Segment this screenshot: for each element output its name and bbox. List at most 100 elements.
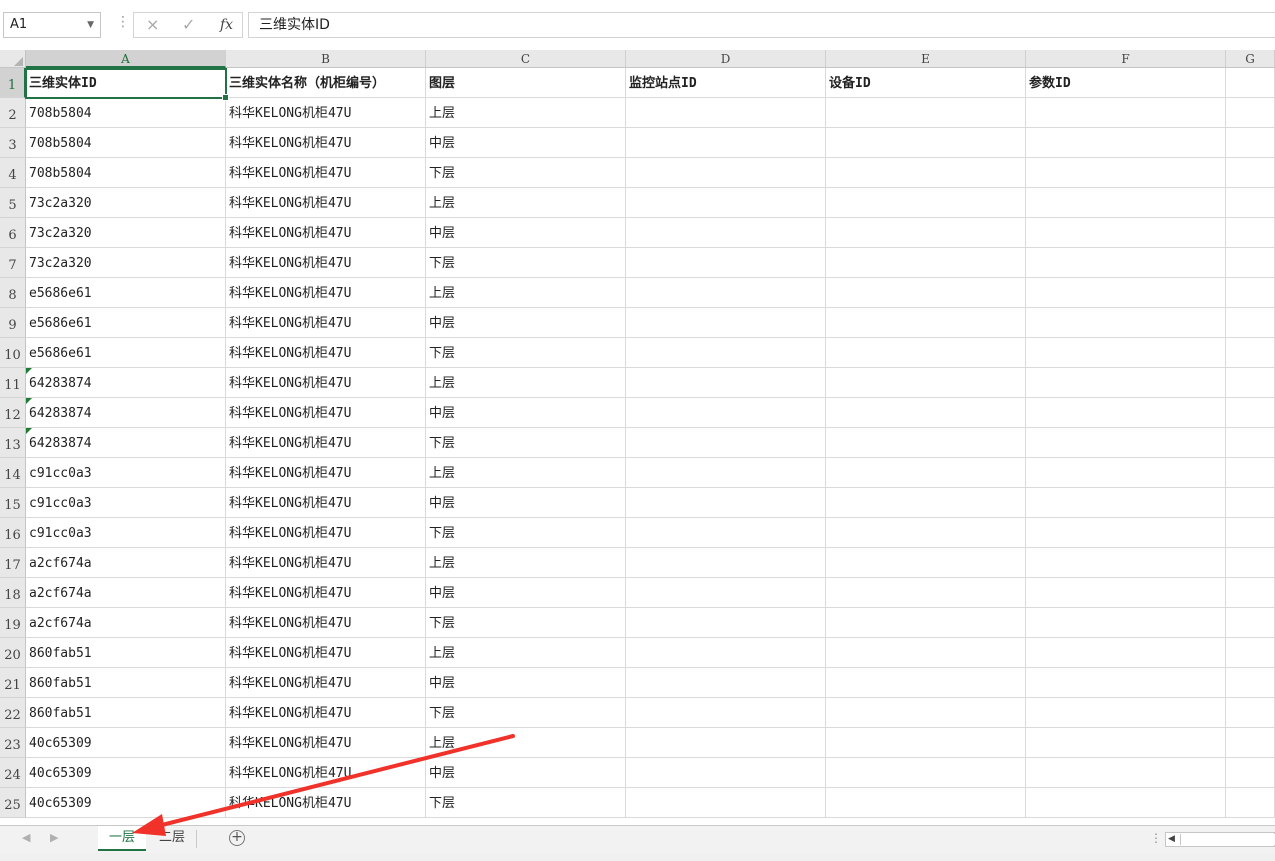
cell-c11[interactable]: 上层: [426, 368, 626, 398]
name-box[interactable]: A1 ▼: [3, 12, 101, 38]
cell-e4[interactable]: [826, 158, 1026, 188]
error-indicator-icon[interactable]: [26, 398, 32, 404]
cell-f12[interactable]: [1026, 398, 1226, 428]
cell-b20[interactable]: 科华KELONG机柜47U: [226, 638, 426, 668]
cell-a22[interactable]: 860fab51: [26, 698, 226, 728]
error-indicator-icon[interactable]: [26, 368, 32, 374]
function-icon[interactable]: fx: [220, 13, 233, 37]
row-header[interactable]: 23: [0, 728, 26, 758]
cell-a2[interactable]: 708b5804: [26, 98, 226, 128]
error-indicator-icon[interactable]: [26, 428, 32, 434]
cell-g14[interactable]: [1226, 458, 1275, 488]
row-header[interactable]: 12: [0, 398, 26, 428]
cell-e17[interactable]: [826, 548, 1026, 578]
cell-a18[interactable]: a2cf674a: [26, 578, 226, 608]
cell-f24[interactable]: [1026, 758, 1226, 788]
cell-e19[interactable]: [826, 608, 1026, 638]
cell-g4[interactable]: [1226, 158, 1275, 188]
cell-c24[interactable]: 中层: [426, 758, 626, 788]
cell-e6[interactable]: [826, 218, 1026, 248]
cell-b3[interactable]: 科华KELONG机柜47U: [226, 128, 426, 158]
cell-d15[interactable]: [626, 488, 826, 518]
cell-e18[interactable]: [826, 578, 1026, 608]
cell-d22[interactable]: [626, 698, 826, 728]
cell-e25[interactable]: [826, 788, 1026, 818]
row-header[interactable]: 17: [0, 548, 26, 578]
cell-c1[interactable]: 图层: [426, 68, 626, 98]
cell-a23[interactable]: 40c65309: [26, 728, 226, 758]
cell-f6[interactable]: [1026, 218, 1226, 248]
cell-b2[interactable]: 科华KELONG机柜47U: [226, 98, 426, 128]
cell-d23[interactable]: [626, 728, 826, 758]
row-header[interactable]: 3: [0, 128, 26, 158]
cell-b23[interactable]: 科华KELONG机柜47U: [226, 728, 426, 758]
sheet-tab-1[interactable]: 一层: [98, 826, 147, 851]
cell-c13[interactable]: 下层: [426, 428, 626, 458]
column-header-c[interactable]: C: [426, 50, 626, 67]
column-header-a[interactable]: A: [26, 50, 226, 68]
cell-a13[interactable]: 64283874: [26, 428, 226, 458]
cell-g18[interactable]: [1226, 578, 1275, 608]
cell-d11[interactable]: [626, 368, 826, 398]
cell-e24[interactable]: [826, 758, 1026, 788]
cell-a8[interactable]: e5686e61: [26, 278, 226, 308]
cell-c6[interactable]: 中层: [426, 218, 626, 248]
cell-a11[interactable]: 64283874: [26, 368, 226, 398]
cell-c5[interactable]: 上层: [426, 188, 626, 218]
cell-e5[interactable]: [826, 188, 1026, 218]
horizontal-scrollbar[interactable]: ◀: [1165, 832, 1275, 847]
row-header[interactable]: 24: [0, 758, 26, 788]
cell-a12[interactable]: 64283874: [26, 398, 226, 428]
cell-b18[interactable]: 科华KELONG机柜47U: [226, 578, 426, 608]
column-header-d[interactable]: D: [626, 50, 826, 67]
cell-a24[interactable]: 40c65309: [26, 758, 226, 788]
cell-f9[interactable]: [1026, 308, 1226, 338]
cell-c14[interactable]: 上层: [426, 458, 626, 488]
cell-f14[interactable]: [1026, 458, 1226, 488]
cell-b5[interactable]: 科华KELONG机柜47U: [226, 188, 426, 218]
row-header[interactable]: 8: [0, 278, 26, 308]
row-header[interactable]: 19: [0, 608, 26, 638]
cell-e16[interactable]: [826, 518, 1026, 548]
cell-a4[interactable]: 708b5804: [26, 158, 226, 188]
select-all-corner[interactable]: [0, 50, 26, 68]
cell-g10[interactable]: [1226, 338, 1275, 368]
cell-b14[interactable]: 科华KELONG机柜47U: [226, 458, 426, 488]
cell-d13[interactable]: [626, 428, 826, 458]
cell-f21[interactable]: [1026, 668, 1226, 698]
cell-g17[interactable]: [1226, 548, 1275, 578]
cell-d16[interactable]: [626, 518, 826, 548]
prev-sheet-icon[interactable]: ◀: [22, 831, 30, 844]
cell-c17[interactable]: 上层: [426, 548, 626, 578]
cell-e13[interactable]: [826, 428, 1026, 458]
cell-g21[interactable]: [1226, 668, 1275, 698]
cell-a16[interactable]: c91cc0a3: [26, 518, 226, 548]
cell-b7[interactable]: 科华KELONG机柜47U: [226, 248, 426, 278]
cell-g8[interactable]: [1226, 278, 1275, 308]
cell-f20[interactable]: [1026, 638, 1226, 668]
sheet-tab-2[interactable]: 二层: [148, 826, 196, 851]
cell-c8[interactable]: 上层: [426, 278, 626, 308]
row-header[interactable]: 1: [0, 68, 26, 98]
cell-f16[interactable]: [1026, 518, 1226, 548]
cell-g24[interactable]: [1226, 758, 1275, 788]
cell-e8[interactable]: [826, 278, 1026, 308]
cell-g22[interactable]: [1226, 698, 1275, 728]
cell-b4[interactable]: 科华KELONG机柜47U: [226, 158, 426, 188]
cell-g12[interactable]: [1226, 398, 1275, 428]
cell-a20[interactable]: 860fab51: [26, 638, 226, 668]
cell-f7[interactable]: [1026, 248, 1226, 278]
cell-e2[interactable]: [826, 98, 1026, 128]
cell-f5[interactable]: [1026, 188, 1226, 218]
drag-handle-icon[interactable]: ⋮: [116, 14, 130, 30]
cell-b1[interactable]: 三维实体名称（机柜编号）: [226, 68, 426, 98]
cell-g15[interactable]: [1226, 488, 1275, 518]
cell-e10[interactable]: [826, 338, 1026, 368]
row-header[interactable]: 16: [0, 518, 26, 548]
cell-a25[interactable]: 40c65309: [26, 788, 226, 818]
cell-c22[interactable]: 下层: [426, 698, 626, 728]
cell-b22[interactable]: 科华KELONG机柜47U: [226, 698, 426, 728]
cell-a7[interactable]: 73c2a320: [26, 248, 226, 278]
cell-f17[interactable]: [1026, 548, 1226, 578]
cell-d5[interactable]: [626, 188, 826, 218]
